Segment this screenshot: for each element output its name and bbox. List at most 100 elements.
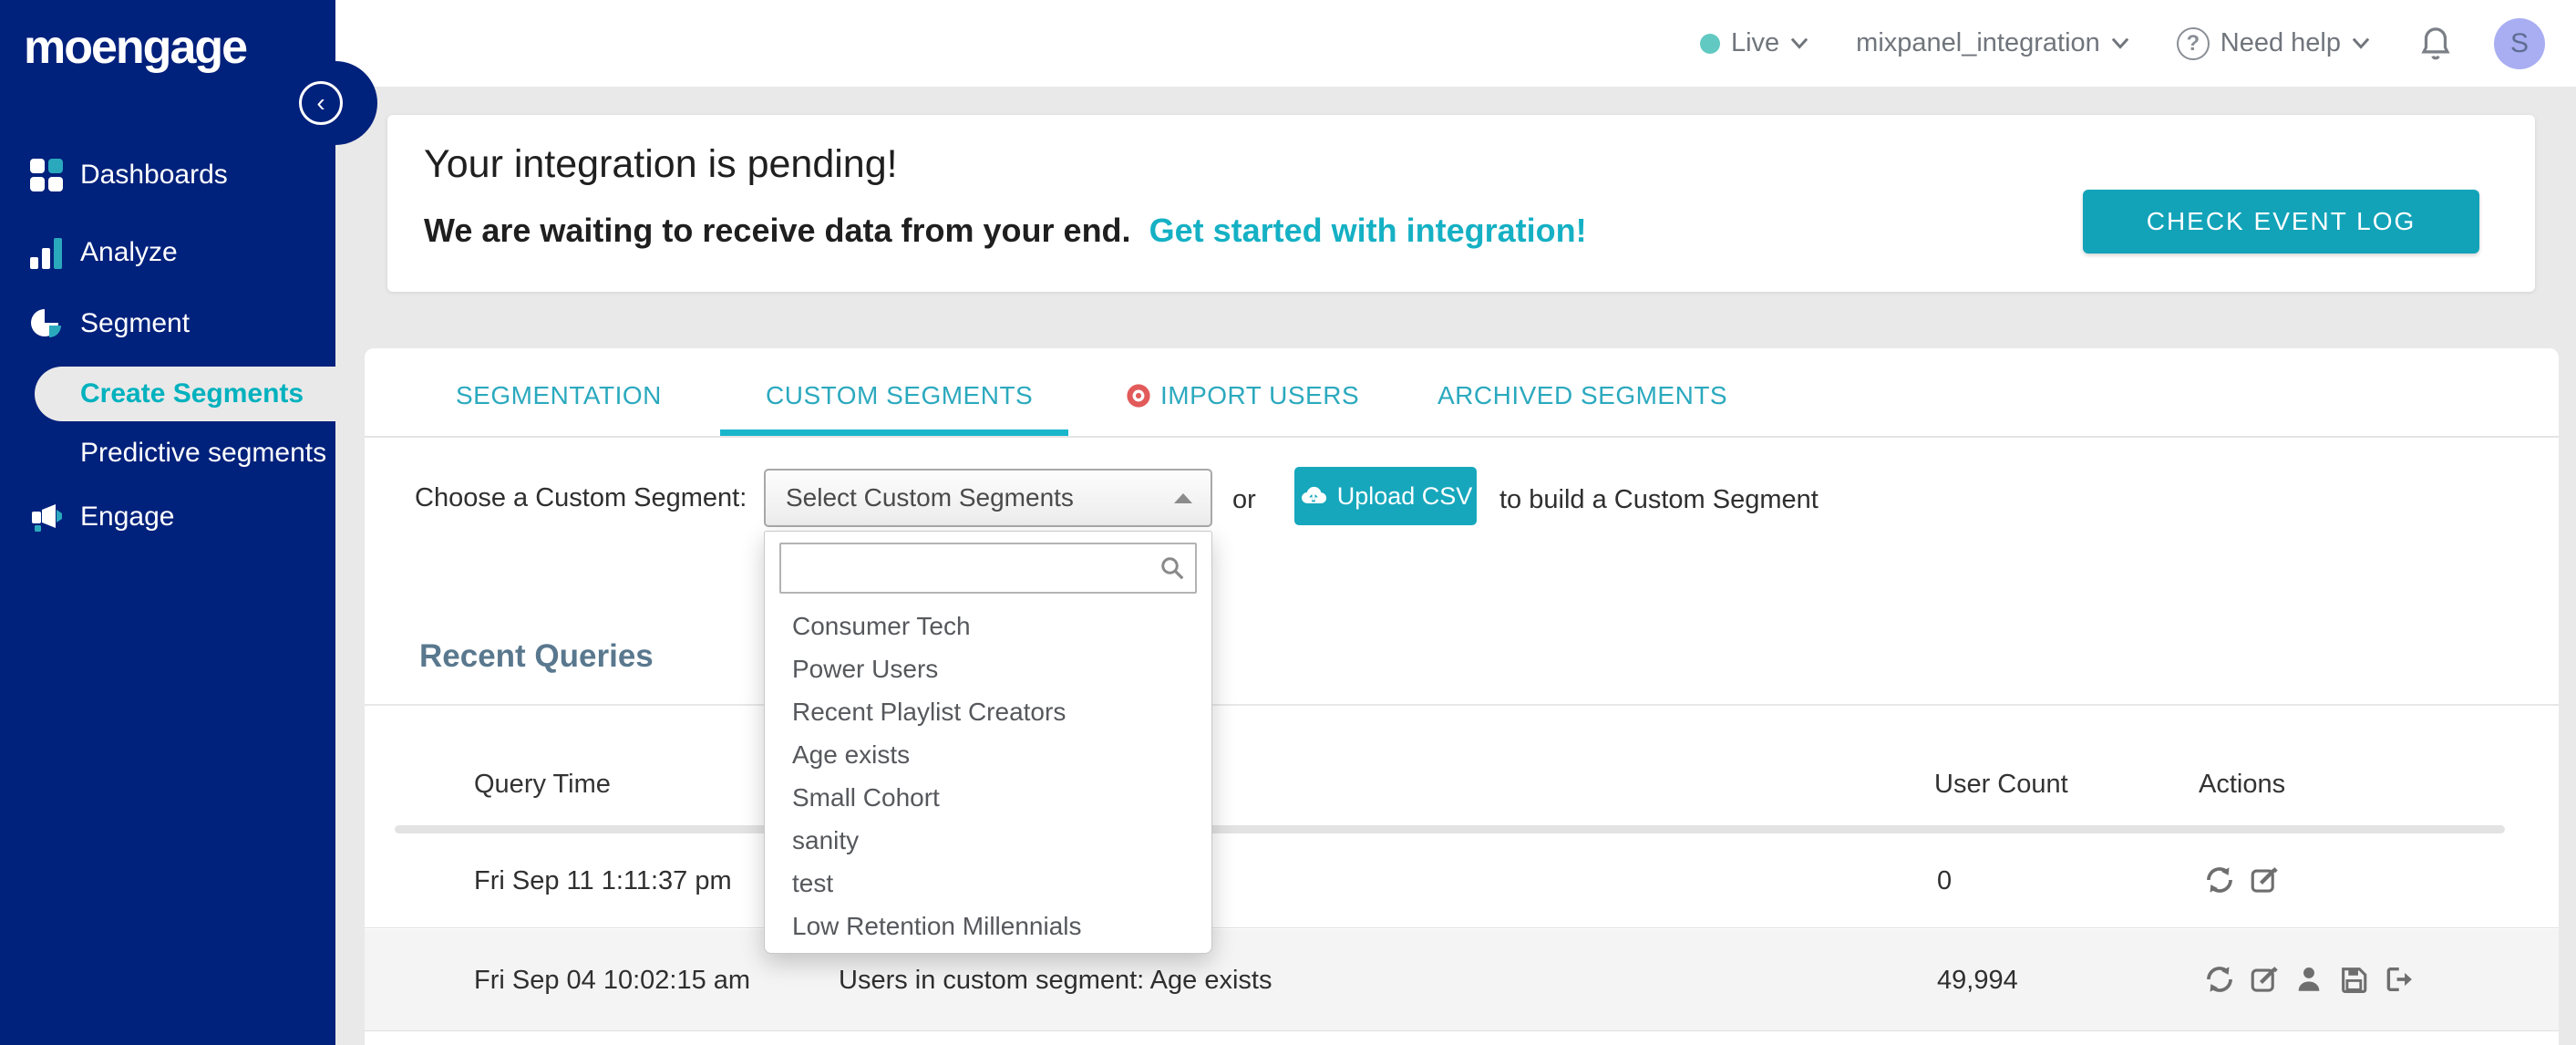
query-time-cell: Fri Sep 04 10:02:15 am bbox=[474, 966, 751, 995]
tab-import-users[interactable]: IMPORT USERS bbox=[1126, 381, 1359, 410]
user-count-cell: 0 bbox=[1937, 866, 1953, 895]
custom-segments-select[interactable]: Select Custom Segments bbox=[764, 469, 1212, 527]
notifications-bell-icon[interactable] bbox=[2417, 25, 2454, 63]
segment-search-input[interactable] bbox=[779, 543, 1197, 594]
save-action-button[interactable] bbox=[2338, 964, 2369, 995]
column-header-actions: Actions bbox=[2199, 770, 2286, 799]
engage-megaphone-icon bbox=[32, 504, 62, 532]
cloud-upload-icon bbox=[1301, 486, 1326, 504]
user-icon bbox=[2298, 967, 2320, 991]
table-horizontal-scrollbar[interactable] bbox=[395, 825, 2505, 833]
dropdown-option[interactable]: Low Retention Millennials bbox=[765, 905, 1211, 947]
view-users-action-button[interactable] bbox=[2293, 964, 2324, 995]
get-started-link[interactable]: Get started with integration! bbox=[1149, 212, 1587, 249]
banner-subtitle-text: We are waiting to receive data from your… bbox=[424, 212, 1131, 249]
sidebar-item-label: Engage bbox=[80, 502, 175, 532]
sidebar-item-dashboards[interactable]: Dashboards bbox=[0, 146, 335, 204]
top-header: Live mixpanel_integration ? Need help S bbox=[335, 0, 2576, 87]
refresh-action-button[interactable] bbox=[2204, 864, 2235, 895]
select-value: Select Custom Segments bbox=[786, 483, 1074, 512]
section-divider bbox=[365, 704, 2559, 706]
sidebar-item-label: Create Segments bbox=[80, 378, 304, 409]
segment-pie-icon bbox=[31, 309, 61, 337]
dropdown-option[interactable]: test bbox=[765, 862, 1211, 905]
sidebar-item-segment[interactable]: Segment bbox=[0, 295, 335, 353]
help-label: Need help bbox=[2220, 28, 2341, 57]
banner-title: Your integration is pending! bbox=[424, 142, 898, 186]
dashboards-icon bbox=[30, 159, 63, 191]
dropdown-option[interactable]: Power Users bbox=[765, 647, 1211, 690]
check-event-log-button[interactable]: CHECK EVENT LOG bbox=[2083, 190, 2479, 253]
tab-label: CUSTOM SEGMENTS bbox=[766, 381, 1034, 409]
choose-custom-segment-label: Choose a Custom Segment: bbox=[415, 483, 747, 512]
moengage-logo: moengage bbox=[24, 21, 248, 74]
query-time-cell: Fri Sep 11 1:11:37 pm bbox=[474, 866, 732, 895]
dropdown-option[interactable]: Recent Playlist Creators bbox=[765, 690, 1211, 733]
sidebar: moengage Dashboards Analyze Segment Crea… bbox=[0, 0, 377, 1045]
save-icon bbox=[2342, 967, 2367, 994]
banner-subtitle: We are waiting to receive data from your… bbox=[424, 212, 1587, 250]
table-row: Fri Sep 04 10:02:15 am Users in custom s… bbox=[365, 929, 2559, 1031]
chevron-left-icon: ‹ bbox=[316, 88, 325, 117]
analyze-icon bbox=[30, 236, 63, 269]
column-header-query-time: Query Time bbox=[474, 770, 611, 799]
collapse-sidebar-button[interactable]: ‹ bbox=[299, 81, 343, 125]
workspace-name: mixpanel_integration bbox=[1856, 28, 2100, 57]
row-actions bbox=[2204, 864, 2280, 895]
segment-search bbox=[779, 543, 1197, 594]
export-icon bbox=[2386, 967, 2412, 992]
upload-csv-label: Upload CSV bbox=[1336, 481, 1473, 510]
dropdown-option[interactable]: Small Cohort bbox=[765, 776, 1211, 819]
sidebar-item-analyze[interactable]: Analyze bbox=[0, 223, 335, 282]
search-icon bbox=[1161, 557, 1184, 580]
sidebar-item-label: Segment bbox=[80, 308, 191, 338]
help-dropdown[interactable]: ? Need help bbox=[2176, 26, 2370, 60]
edit-action-button[interactable] bbox=[2249, 964, 2280, 995]
column-header-user-count: User Count bbox=[1934, 770, 2068, 799]
integration-banner: Your integration is pending! We are wait… bbox=[387, 115, 2535, 292]
table-row: Fri Sep 11 1:11:37 pm 0 bbox=[365, 833, 2559, 928]
tabs-divider bbox=[365, 436, 2559, 438]
environment-label: Live bbox=[1730, 28, 1780, 57]
sidebar-item-label: Dashboards bbox=[80, 160, 228, 190]
refresh-icon bbox=[2207, 967, 2232, 992]
edit-icon bbox=[2251, 867, 2278, 893]
export-action-button[interactable] bbox=[2383, 964, 2414, 995]
sidebar-item-create-segments[interactable]: Create Segments bbox=[35, 367, 335, 421]
sidebar-item-predictive-segments[interactable]: Predictive segments bbox=[80, 438, 326, 471]
user-avatar[interactable]: S bbox=[2494, 17, 2545, 69]
chevron-down-icon bbox=[1790, 37, 1808, 49]
tab-custom-segments[interactable]: CUSTOM SEGMENTS bbox=[766, 381, 1033, 410]
refresh-action-button[interactable] bbox=[2204, 964, 2235, 995]
tab-archived-segments[interactable]: ARCHIVED SEGMENTS bbox=[1437, 381, 1727, 410]
edit-icon bbox=[2251, 967, 2278, 992]
dropdown-option[interactable]: sanity bbox=[765, 819, 1211, 862]
main-panel: SEGMENTATION CUSTOM SEGMENTS IMPORT USER… bbox=[365, 348, 2559, 1045]
upload-csv-button[interactable]: Upload CSV bbox=[1294, 467, 1477, 525]
environment-dropdown[interactable]: Live bbox=[1699, 28, 1808, 58]
question-circle-icon: ? bbox=[2176, 26, 2210, 60]
workspace-dropdown[interactable]: mixpanel_integration bbox=[1856, 28, 2129, 58]
build-suffix-text: to build a Custom Segment bbox=[1499, 485, 1819, 514]
chevron-down-icon bbox=[2111, 37, 2128, 49]
dropdown-options: Consumer Tech Power Users Recent Playlis… bbox=[765, 605, 1211, 947]
recent-queries-title: Recent Queries bbox=[419, 638, 654, 674]
import-users-badge-icon bbox=[1127, 384, 1150, 408]
dropdown-option[interactable]: Age exists bbox=[765, 733, 1211, 776]
edit-action-button[interactable] bbox=[2249, 864, 2280, 895]
live-status-dot bbox=[1699, 33, 1720, 54]
active-tab-underline bbox=[720, 429, 1068, 436]
tab-label: ARCHIVED SEGMENTS bbox=[1437, 381, 1728, 409]
or-text: or bbox=[1232, 485, 1256, 514]
tab-segmentation[interactable]: SEGMENTATION bbox=[456, 381, 662, 410]
query-cell: Users in custom segment: Age exists bbox=[839, 966, 1273, 995]
page: Live mixpanel_integration ? Need help S … bbox=[0, 0, 2576, 1045]
user-count-cell: 49,994 bbox=[1937, 966, 2018, 995]
chevron-down-icon bbox=[2352, 37, 2370, 49]
dropdown-option[interactable]: Consumer Tech bbox=[765, 605, 1211, 647]
caret-up-icon bbox=[1174, 492, 1192, 503]
tab-label: SEGMENTATION bbox=[456, 381, 662, 409]
sidebar-item-engage[interactable]: Engage bbox=[0, 488, 335, 546]
refresh-icon bbox=[2207, 867, 2232, 893]
tab-label: IMPORT USERS bbox=[1160, 381, 1360, 409]
